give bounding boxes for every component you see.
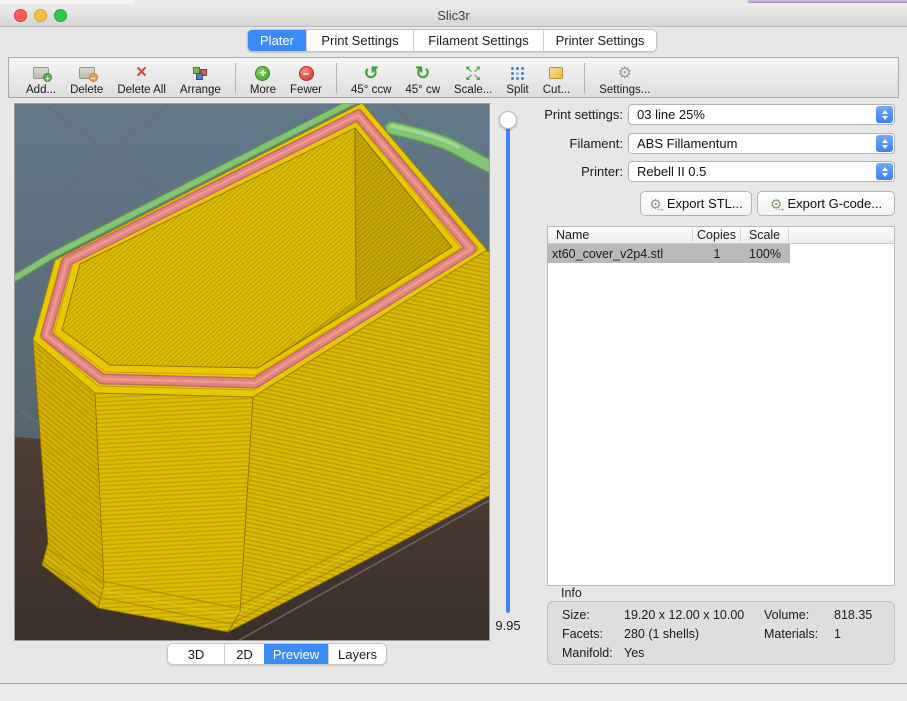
filament-label: Filament: (528, 133, 623, 154)
add-label: Add... (26, 84, 56, 97)
fewer-label: Fewer (290, 84, 322, 97)
size-label: Size: (562, 608, 624, 623)
size-value: 19.20 x 12.00 x 10.00 (624, 608, 764, 623)
more-button[interactable]: + More (243, 59, 283, 97)
rotate-ccw-icon: ↺ (364, 63, 379, 84)
cell-scale: 100% (741, 247, 789, 261)
cell-name: xt60_cover_v2p4.stl (548, 247, 693, 261)
more-label: More (250, 84, 276, 97)
export-stl-button[interactable]: ⚙→ Export STL... (640, 191, 752, 216)
facets-value: 280 (1 shells) (624, 627, 764, 642)
manifold-value: Yes (624, 646, 764, 661)
tab-layers[interactable]: Layers (328, 644, 386, 664)
rotate-cw-icon: ↻ (415, 63, 430, 84)
settings-label: Settings... (599, 84, 650, 97)
materials-label: Materials: (764, 627, 834, 642)
export-gcode-label: Export G-code... (787, 196, 882, 211)
volume-label: Volume: (764, 608, 834, 623)
toolbar-separator (235, 63, 236, 93)
tab-plater[interactable]: Plater (248, 30, 306, 51)
column-scale[interactable]: Scale (741, 228, 789, 242)
delete-button[interactable]: – Delete (63, 59, 110, 97)
add-button[interactable]: + Add... (19, 59, 63, 97)
3d-preview-canvas[interactable] (14, 103, 490, 641)
printer-select[interactable]: Rebell II 0.5 (628, 161, 895, 182)
printer-value: Rebell II 0.5 (637, 164, 706, 179)
rotate-ccw-button[interactable]: ↺ 45° ccw (344, 59, 398, 97)
main-tab-bar: Plater Print Settings Filament Settings … (247, 29, 657, 52)
delete-all-icon: × (136, 63, 147, 84)
filament-value: ABS Fillamentum (637, 136, 737, 151)
rotate-ccw-label: 45° ccw (351, 84, 391, 97)
layer-slider-track[interactable] (506, 121, 510, 613)
fewer-icon: – (299, 63, 314, 84)
table-row[interactable]: xt60_cover_v2p4.stl 1 100% (548, 244, 894, 263)
tab-2d[interactable]: 2D (224, 644, 264, 664)
window-title: Slic3r (0, 4, 907, 27)
arrange-label: Arrange (180, 84, 221, 97)
split-button[interactable]: Split (499, 59, 535, 97)
scale-label: Scale... (454, 84, 492, 97)
delete-icon: – (79, 63, 95, 84)
tab-3d[interactable]: 3D (168, 644, 224, 664)
filament-select[interactable]: ABS Fillamentum (628, 133, 895, 154)
arrange-icon (192, 63, 209, 84)
scale-icon: ↖↗↙↘ (465, 63, 481, 84)
arrange-button[interactable]: Arrange (173, 59, 228, 97)
tab-preview[interactable]: Preview (264, 644, 328, 664)
info-section-title: Info (561, 586, 582, 600)
view-tab-bar: 3D 2D Preview Layers (167, 643, 387, 665)
fewer-button[interactable]: – Fewer (283, 59, 329, 97)
export-gcode-button[interactable]: ⚙→ Export G-code... (757, 191, 895, 216)
add-icon: + (33, 63, 49, 84)
export-stl-label: Export STL... (667, 196, 743, 211)
export-gear-icon: ⚙→ (770, 197, 783, 211)
layer-slider-thumb[interactable] (499, 111, 517, 129)
cut-button[interactable]: Cut... (536, 59, 577, 97)
background-window-strip (748, 0, 907, 3)
materials-value: 1 (834, 627, 894, 642)
column-name[interactable]: Name (548, 228, 693, 242)
gear-icon: ⚙ (618, 63, 632, 84)
stepper-icon (876, 163, 893, 180)
split-label: Split (506, 84, 528, 97)
slic3r-window: Slic3r Plater Print Settings Filament Se… (0, 0, 907, 701)
cell-copies: 1 (693, 247, 741, 261)
printer-label: Printer: (528, 161, 623, 182)
print-settings-value: 03 line 25% (637, 107, 705, 122)
print-settings-label: Print settings: (528, 104, 623, 125)
info-box: Size: 19.20 x 12.00 x 10.00 Volume: 818.… (547, 601, 895, 665)
stepper-icon (876, 135, 893, 152)
cut-label: Cut... (543, 84, 570, 97)
tab-printer-settings[interactable]: Printer Settings (543, 30, 656, 51)
gcode-preview-scene (14, 103, 490, 641)
tab-print-settings[interactable]: Print Settings (306, 30, 413, 51)
delete-all-button[interactable]: × Delete All (110, 59, 173, 97)
cut-icon (549, 63, 563, 84)
tab-filament-settings[interactable]: Filament Settings (413, 30, 543, 51)
volume-value: 818.35 (834, 608, 894, 623)
print-settings-select[interactable]: 03 line 25% (628, 104, 895, 125)
more-icon: + (255, 63, 270, 84)
scale-button[interactable]: ↖↗↙↘ Scale... (447, 59, 499, 97)
export-gear-icon: ⚙→ (649, 197, 662, 211)
plater-toolbar: + Add... – Delete × Delete All Arrange +… (8, 57, 899, 98)
layer-slider-value: 9.95 (488, 618, 528, 633)
rotate-cw-label: 45° cw (405, 84, 440, 97)
object-list-header: Name Copies Scale (548, 227, 894, 244)
split-icon (510, 63, 525, 84)
settings-button[interactable]: ⚙ Settings... (592, 59, 657, 97)
statusbar (0, 684, 907, 701)
stepper-icon (876, 106, 893, 123)
toolbar-separator (584, 63, 585, 93)
delete-all-label: Delete All (117, 84, 166, 97)
titlebar: Slic3r (0, 4, 907, 27)
rotate-cw-button[interactable]: ↻ 45° cw (398, 59, 447, 97)
toolbar-separator (336, 63, 337, 93)
facets-label: Facets: (562, 627, 624, 642)
object-list: Name Copies Scale xt60_cover_v2p4.stl 1 … (547, 226, 895, 586)
delete-label: Delete (70, 84, 103, 97)
manifold-label: Manifold: (562, 646, 624, 661)
column-copies[interactable]: Copies (693, 228, 741, 242)
